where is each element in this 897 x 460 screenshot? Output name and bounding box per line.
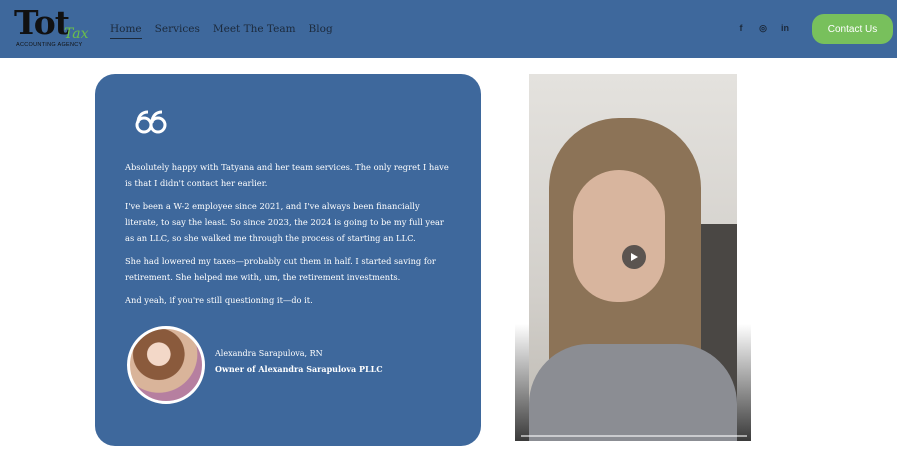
facebook-icon[interactable]: f bbox=[736, 22, 746, 34]
nav-blog[interactable]: Blog bbox=[309, 22, 333, 39]
main-nav: Home Services Meet The Team Blog bbox=[110, 22, 333, 39]
author-title: Owner of Alexandra Sarapulova PLLC bbox=[215, 364, 383, 374]
linkedin-icon[interactable]: in bbox=[780, 22, 790, 34]
quote-paragraph: And yeah, if you're still questioning it… bbox=[125, 295, 313, 305]
contact-us-button[interactable]: Contact Us bbox=[812, 14, 893, 44]
nav-services[interactable]: Services bbox=[155, 22, 200, 39]
instagram-icon[interactable]: ◎ bbox=[758, 22, 768, 34]
video-person-shirt bbox=[529, 344, 737, 441]
logo-script-text: Tax bbox=[64, 26, 89, 42]
nav-home[interactable]: Home bbox=[110, 22, 142, 39]
nav-meet-the-team[interactable]: Meet The Team bbox=[213, 22, 296, 39]
quote-paragraph: She had lowered my taxes—probably cut th… bbox=[125, 256, 436, 282]
video-edge bbox=[737, 324, 751, 441]
video-person-face bbox=[573, 170, 665, 302]
video-progress-bar[interactable] bbox=[521, 435, 747, 437]
logo[interactable]: Tot Tax ACCOUNTING AGENCY bbox=[14, 3, 89, 52]
logo-subtitle: ACCOUNTING AGENCY bbox=[16, 42, 83, 48]
quote-icon bbox=[135, 110, 167, 134]
testimonial-quote: Absolutely happy with Tatyana and her te… bbox=[125, 159, 455, 315]
site-header: Tot Tax ACCOUNTING AGENCY Home Services … bbox=[0, 0, 897, 58]
video-edge bbox=[515, 324, 529, 441]
logo-text: Tot bbox=[14, 3, 70, 42]
testimonial-card: Absolutely happy with Tatyana and her te… bbox=[95, 74, 481, 446]
quote-paragraph: I've been a W-2 employee since 2021, and… bbox=[125, 201, 444, 243]
play-icon[interactable] bbox=[622, 245, 646, 269]
testimonial-video[interactable] bbox=[515, 74, 751, 441]
author-name: Alexandra Sarapulova, RN bbox=[215, 349, 323, 358]
social-links: f ◎ in bbox=[736, 22, 790, 34]
quote-paragraph: Absolutely happy with Tatyana and her te… bbox=[125, 162, 449, 188]
author-avatar bbox=[127, 326, 205, 404]
